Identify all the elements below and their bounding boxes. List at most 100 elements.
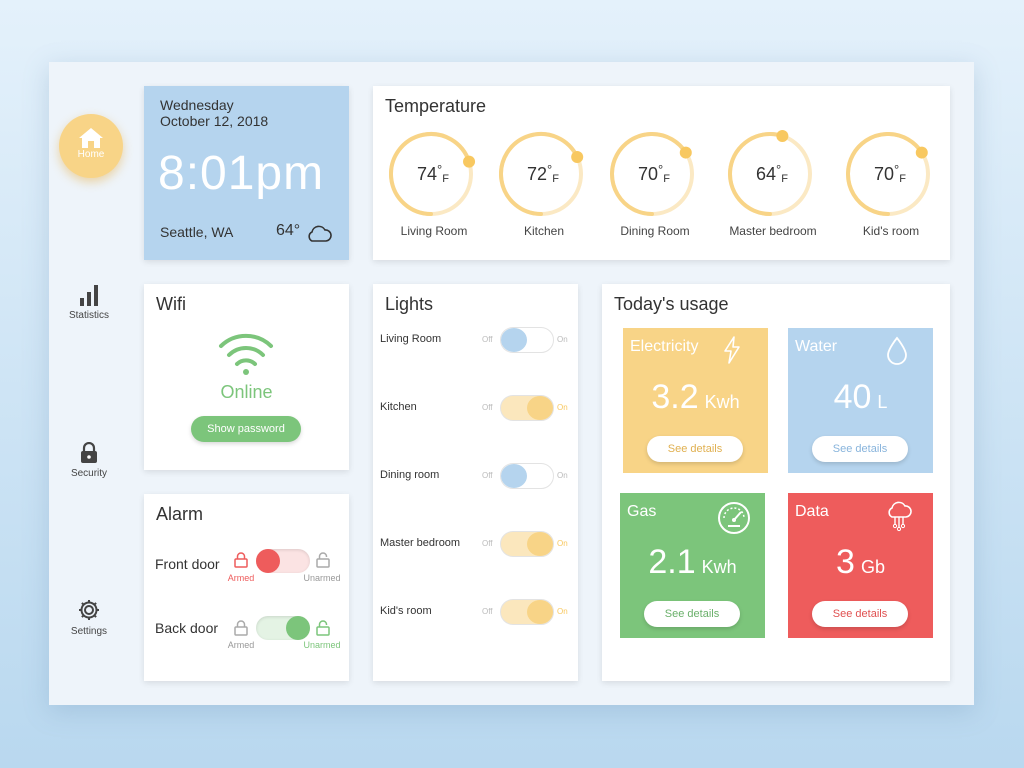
wifi-status: Online bbox=[220, 382, 273, 402]
usage-value-unit: Kwh bbox=[704, 392, 740, 412]
temperature-number: 70 bbox=[638, 164, 659, 184]
temperature-value: 72°F bbox=[499, 162, 587, 185]
temperature-number: 70 bbox=[874, 164, 895, 184]
gauge-handle bbox=[776, 129, 789, 142]
front-door-armed-label: Armed bbox=[227, 573, 255, 583]
gear-icon bbox=[79, 600, 99, 620]
usage-value-unit: L bbox=[877, 392, 888, 412]
wifi-title: Wifi bbox=[156, 294, 186, 314]
front-door-alarm-toggle[interactable] bbox=[256, 549, 310, 573]
temperature-title: Temperature bbox=[385, 96, 487, 116]
usage-value-number: 3 bbox=[836, 543, 855, 581]
lock-open-icon bbox=[316, 552, 330, 568]
temperature-gauge: 70°F bbox=[610, 128, 700, 238]
back-door-unarmed-label: Unarmed bbox=[303, 640, 341, 650]
light-toggle[interactable] bbox=[500, 395, 554, 421]
usage-value-unit: Kwh bbox=[701, 557, 737, 577]
light-on-label: On bbox=[557, 471, 568, 480]
sidebar-item-home[interactable]: Home bbox=[59, 114, 123, 178]
light-row: Kitchen Off On bbox=[373, 394, 578, 424]
water-drop-icon bbox=[885, 336, 921, 377]
light-room-name: Living Room bbox=[380, 333, 442, 345]
outside-temperature: 64° bbox=[276, 222, 301, 239]
temperature-gauge: 74°F bbox=[389, 128, 479, 238]
dashboard-window: Home Statistics Security Settings Wednes… bbox=[49, 62, 974, 705]
gauge-icon bbox=[717, 501, 753, 542]
usage-value-number: 40 bbox=[833, 378, 872, 416]
usage-title: Today's usage bbox=[614, 294, 729, 314]
temperature-unit: F bbox=[552, 173, 559, 185]
back-door-alarm-toggle[interactable] bbox=[256, 616, 310, 640]
usage-value-number: 3.2 bbox=[651, 378, 699, 416]
temperature-number: 64 bbox=[756, 164, 777, 184]
see-details-button[interactable]: See details bbox=[812, 436, 908, 462]
sidebar-item-security[interactable]: Security bbox=[49, 442, 129, 479]
temperature-gauge: 64°F bbox=[728, 128, 818, 238]
home-icon bbox=[79, 128, 103, 148]
temperature-unit: F bbox=[442, 173, 449, 185]
alarm-card: Alarm Front door Armed Unarmed Back door… bbox=[144, 494, 349, 681]
clock-time: 8:01pm bbox=[158, 147, 325, 200]
temperature-room-label: Dining Room bbox=[620, 224, 690, 238]
usage-card: Today's usage Electricity 3.2 Kwh See detai… bbox=[602, 284, 950, 681]
lock-icon bbox=[81, 442, 97, 463]
light-row: Kid's room Off On bbox=[373, 598, 578, 628]
light-room-name: Kid's room bbox=[380, 605, 432, 617]
light-room-name: Kitchen bbox=[380, 401, 417, 413]
wifi-icon bbox=[219, 333, 273, 375]
toggle-knob bbox=[527, 600, 553, 624]
see-details-button[interactable]: See details bbox=[644, 601, 740, 627]
see-details-button[interactable]: See details bbox=[647, 436, 743, 462]
usage-tile-title: Electricity bbox=[630, 338, 699, 355]
usage-tile-data: Data 3 Gb See details bbox=[788, 493, 933, 638]
gauge-handle bbox=[679, 146, 692, 159]
light-room-name: Dining room bbox=[380, 469, 440, 481]
temperature-value: 64°F bbox=[728, 162, 816, 185]
light-toggle[interactable] bbox=[500, 463, 554, 489]
temperature-room-label: Master bedroom bbox=[729, 224, 817, 238]
temperature-unit: F bbox=[899, 173, 906, 185]
date-label: October 12, 2018 bbox=[160, 113, 269, 129]
temperature-number: 72 bbox=[527, 164, 548, 184]
sidebar-item-label: Statistics bbox=[68, 310, 109, 321]
alarm-title: Alarm bbox=[156, 504, 204, 524]
toggle-knob bbox=[501, 328, 527, 352]
light-off-label: Off bbox=[482, 607, 493, 616]
lock-closed-icon bbox=[234, 552, 248, 568]
light-toggle[interactable] bbox=[500, 531, 554, 557]
see-details-button[interactable]: See details bbox=[812, 601, 908, 627]
light-row: Master bedroom Off On bbox=[373, 530, 578, 560]
light-on-label: On bbox=[557, 539, 568, 548]
location-label: Seattle, WA bbox=[160, 224, 234, 240]
back-door-label: Back door bbox=[155, 620, 219, 636]
bar-chart-icon bbox=[80, 285, 98, 306]
light-on-label: On bbox=[557, 403, 568, 412]
temperature-value: 70°F bbox=[846, 162, 934, 185]
sidebar-item-statistics[interactable]: Statistics bbox=[49, 284, 129, 321]
sidebar-item-settings[interactable]: Settings bbox=[49, 598, 129, 637]
datetime-card: Wednesday October 12, 2018 8:01pm Seattl… bbox=[144, 86, 349, 260]
sidebar-item-label: Security bbox=[70, 468, 108, 479]
lights-card: Lights Living Room Off On Kitchen Off On Dinin… bbox=[373, 284, 578, 681]
light-toggle[interactable] bbox=[500, 599, 554, 625]
toggle-knob bbox=[527, 532, 553, 556]
light-row: Living Room Off On bbox=[373, 326, 578, 356]
front-door-unarmed-label: Unarmed bbox=[303, 573, 341, 583]
usage-tile-title: Gas bbox=[627, 503, 657, 520]
temperature-room-label: Kitchen bbox=[523, 224, 565, 238]
temperature-gauge: 72°F bbox=[499, 128, 589, 238]
show-password-button[interactable]: Show password bbox=[191, 416, 301, 442]
sidebar-item-label: Home bbox=[77, 149, 105, 160]
toggle-knob bbox=[501, 464, 527, 488]
temperature-number: 74 bbox=[417, 164, 438, 184]
usage-tile-title: Data bbox=[795, 503, 829, 520]
usage-tile-value: 3.2 Kwh bbox=[623, 378, 768, 417]
lock-closed-icon bbox=[234, 620, 248, 636]
light-toggle[interactable] bbox=[500, 327, 554, 353]
light-on-label: On bbox=[557, 335, 568, 344]
temperature-card: Temperature 74°F Living Room 72°F Kitchen 70… bbox=[373, 86, 950, 260]
usage-tile-value: 2.1 Kwh bbox=[620, 543, 765, 582]
temperature-room-label: Living Room bbox=[400, 224, 468, 238]
light-room-name: Master bedroom bbox=[380, 537, 461, 549]
temperature-gauge: 70°F bbox=[846, 128, 936, 238]
